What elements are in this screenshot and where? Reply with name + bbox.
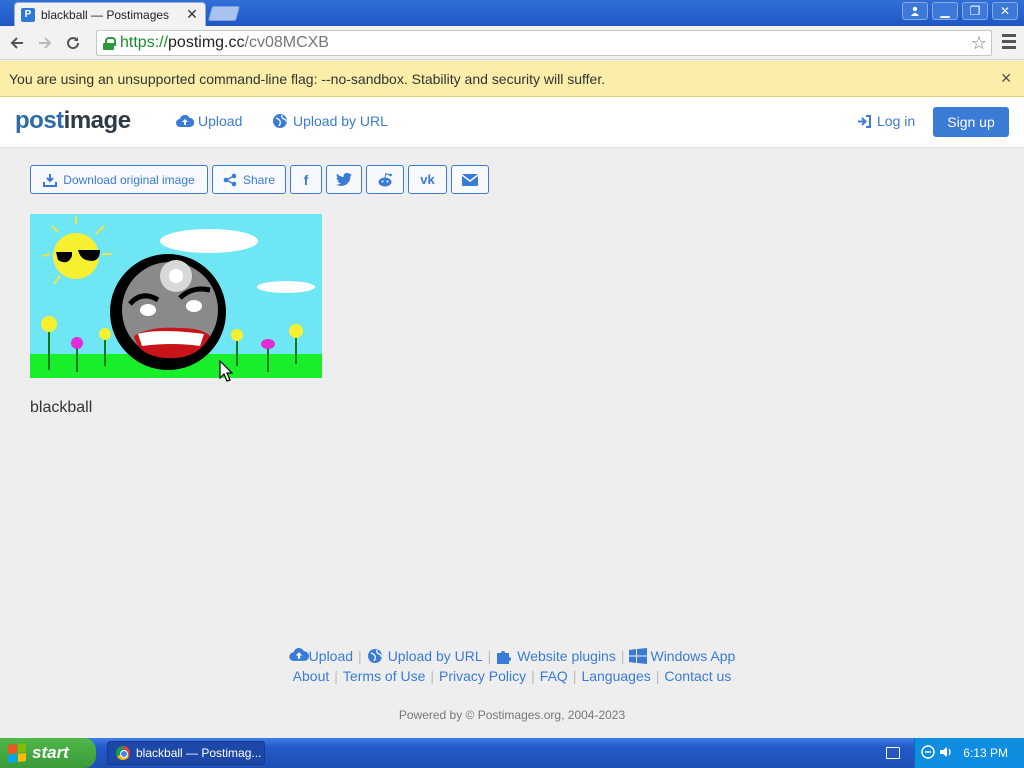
chrome-icon bbox=[116, 746, 130, 760]
footer-terms-link[interactable]: Terms of Use bbox=[343, 668, 425, 684]
email-share-button[interactable] bbox=[451, 165, 489, 194]
puzzle-icon bbox=[497, 651, 512, 664]
facebook-icon: f bbox=[303, 171, 309, 188]
browser-menu-icon[interactable] bbox=[1002, 34, 1016, 52]
signup-button[interactable]: Sign up bbox=[933, 107, 1009, 137]
site-header: postimage Upload Upload by URL Log in Si… bbox=[0, 97, 1024, 148]
bookmark-star-icon[interactable]: ☆ bbox=[971, 33, 987, 54]
taskbar-item-chrome[interactable]: blackball — Postimag... bbox=[107, 741, 265, 765]
powered-by-text: Powered by © Postimages.org, 2004-2023 bbox=[398, 708, 626, 722]
browser-toolbar: https://postimg.cc/cv08MCXB ☆ bbox=[0, 26, 1024, 60]
share-button[interactable]: Share bbox=[212, 165, 286, 194]
globe-icon bbox=[367, 649, 382, 663]
minimize-button[interactable]: ▁ bbox=[932, 2, 958, 20]
footer-upload-url-link[interactable]: Upload by URL bbox=[367, 648, 483, 664]
speaker-icon[interactable] bbox=[939, 745, 953, 762]
download-icon bbox=[43, 173, 58, 187]
lock-icon bbox=[103, 36, 116, 50]
sign-in-icon bbox=[855, 114, 873, 128]
reddit-icon bbox=[377, 172, 393, 187]
download-original-button[interactable]: Download original image bbox=[30, 165, 208, 194]
browser-tab[interactable]: P blackball — Postimages ✕ bbox=[14, 2, 206, 26]
twitter-share-button[interactable] bbox=[326, 165, 362, 194]
facebook-share-button[interactable]: f bbox=[290, 165, 322, 194]
login-link[interactable]: Log in bbox=[855, 113, 915, 129]
postimages-favicon-icon: P bbox=[21, 7, 35, 22]
user-profile-icon[interactable] bbox=[902, 2, 928, 20]
footer-faq-link[interactable]: FAQ bbox=[540, 668, 568, 684]
address-bar[interactable]: https://postimg.cc/cv08MCXB ☆ bbox=[96, 30, 992, 56]
tab-close-icon[interactable]: ✕ bbox=[185, 6, 199, 23]
tab-title: blackball — Postimages bbox=[41, 7, 170, 22]
globe-icon bbox=[271, 114, 289, 128]
network-icon[interactable] bbox=[921, 744, 936, 762]
forward-arrow-icon[interactable] bbox=[34, 32, 56, 54]
restore-button[interactable]: ❐ bbox=[962, 2, 988, 20]
reddit-share-button[interactable] bbox=[366, 165, 404, 194]
windows-icon bbox=[629, 648, 648, 664]
cloud-upload-icon bbox=[176, 114, 194, 128]
reload-icon[interactable] bbox=[62, 32, 84, 54]
start-button[interactable]: start bbox=[0, 738, 96, 768]
footer-privacy-link[interactable]: Privacy Policy bbox=[439, 668, 526, 684]
close-window-button[interactable]: ✕ bbox=[992, 2, 1018, 20]
system-tray: 6:13 PM bbox=[914, 738, 1024, 768]
footer-languages-link[interactable]: Languages bbox=[581, 668, 650, 684]
windows-flag-icon bbox=[8, 743, 26, 763]
footer-upload-link[interactable]: Upload bbox=[288, 647, 353, 664]
uploaded-image[interactable] bbox=[30, 214, 322, 378]
vk-share-button[interactable]: vk bbox=[408, 165, 447, 194]
new-tab-button[interactable] bbox=[207, 6, 241, 21]
warning-infobar: You are using an unsupported command-lin… bbox=[0, 61, 1024, 97]
share-icon bbox=[223, 173, 237, 187]
window-title-bar: P blackball — Postimages ✕ ▁ ❐ ✕ bbox=[0, 0, 1024, 26]
footer-website-plugins-link[interactable]: Website plugins bbox=[496, 648, 616, 664]
footer-links-row-1: Upload | Upload by URL | Website plugins | Win… bbox=[0, 647, 1024, 664]
nav-upload-link[interactable]: Upload bbox=[176, 113, 242, 129]
image-caption: blackball bbox=[30, 399, 93, 416]
infobar-message: You are using an unsupported command-lin… bbox=[9, 70, 606, 87]
windows-taskbar: start blackball — Postimag... 6:13 PM bbox=[0, 738, 1024, 768]
footer-links-row-2: About | Terms of Use | Privacy Policy | FAQ | La… bbox=[292, 668, 732, 684]
envelope-icon bbox=[462, 173, 478, 186]
footer-windows-app-link[interactable]: Windows App bbox=[629, 648, 735, 664]
back-arrow-icon[interactable] bbox=[6, 32, 28, 54]
clock[interactable]: 6:13 PM bbox=[963, 746, 1008, 760]
cloud-upload-icon bbox=[288, 647, 309, 661]
keyboard-icon[interactable] bbox=[886, 747, 900, 759]
footer-about-link[interactable]: About bbox=[293, 668, 330, 684]
url-text: https://postimg.cc/cv08MCXB bbox=[120, 34, 329, 51]
twitter-icon bbox=[336, 173, 352, 186]
infobar-close-icon[interactable]: ✕ bbox=[1000, 70, 1012, 87]
vk-icon: vk bbox=[420, 172, 435, 187]
nav-upload-by-url-link[interactable]: Upload by URL bbox=[271, 113, 388, 129]
postimage-logo[interactable]: postimage bbox=[15, 107, 131, 135]
mouse-cursor-icon bbox=[219, 359, 234, 387]
footer-contact-link[interactable]: Contact us bbox=[664, 668, 731, 684]
